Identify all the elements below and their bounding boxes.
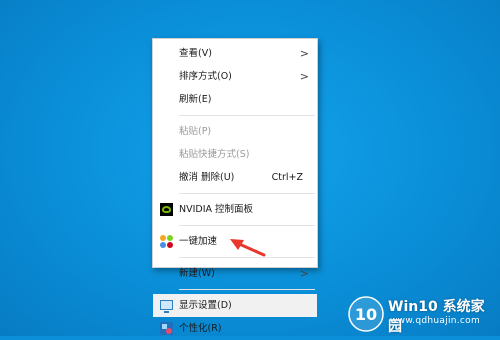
menu-item-label: 新建(W) — [179, 268, 215, 279]
menu-item-label: 刷新(E) — [179, 94, 212, 105]
nvidia-icon — [160, 203, 173, 216]
menu-item-paste-shortcut: 粘贴快捷方式(S) — [153, 143, 317, 166]
menu-item-label: 一键加速 — [179, 236, 218, 247]
menu-item-personalize[interactable]: 个性化(R) — [153, 317, 317, 340]
menu-separator — [179, 289, 315, 290]
context-menu: 查看(V) > 排序方式(O) > 刷新(E) 粘贴(P) 粘贴快捷方式(S) … — [152, 38, 318, 335]
chevron-right-icon: > — [299, 70, 309, 83]
menu-item-new[interactable]: 新建(W) > — [153, 262, 317, 285]
menu-item-label: 显示设置(D) — [179, 300, 232, 311]
shortcut-label: Ctrl+Z — [271, 172, 303, 183]
boost-icon — [160, 235, 173, 248]
menu-item-label: 个性化(R) — [179, 323, 222, 334]
menu-item-label: 粘贴快捷方式(S) — [179, 149, 250, 160]
menu-separator — [179, 193, 315, 194]
menu-item-label: 撤消 删除(U) — [179, 172, 235, 183]
personalize-icon — [160, 322, 173, 335]
menu-item-label: 粘贴(P) — [179, 126, 212, 137]
menu-item-label: 排序方式(O) — [179, 71, 232, 82]
menu-item-undo-delete[interactable]: 撤消 删除(U) Ctrl+Z — [153, 166, 317, 189]
menu-item-label: NVIDIA 控制面板 — [179, 204, 254, 215]
site-watermark: 10 Win10 系统家园 www.qdhuajin.com — [348, 294, 498, 335]
menu-item-refresh[interactable]: 刷新(E) — [153, 88, 317, 111]
chevron-right-icon: > — [299, 47, 309, 60]
menu-item-view[interactable]: 查看(V) > — [153, 42, 317, 65]
menu-item-display-settings[interactable]: 显示设置(D) — [153, 294, 317, 317]
menu-separator — [179, 115, 315, 116]
menu-item-sort-by[interactable]: 排序方式(O) > — [153, 65, 317, 88]
menu-item-paste: 粘贴(P) — [153, 120, 317, 143]
logo-text: 10 — [355, 305, 377, 324]
win10-logo-icon: 10 — [348, 296, 384, 332]
menu-item-nvidia-control-panel[interactable]: NVIDIA 控制面板 — [153, 198, 317, 221]
menu-separator — [179, 225, 315, 226]
menu-item-label: 查看(V) — [179, 48, 212, 59]
url-text: www.qdhuajin.com — [390, 316, 481, 326]
red-arrow-annotation — [230, 239, 266, 257]
display-settings-icon — [160, 300, 173, 313]
chevron-right-icon: > — [299, 267, 309, 280]
